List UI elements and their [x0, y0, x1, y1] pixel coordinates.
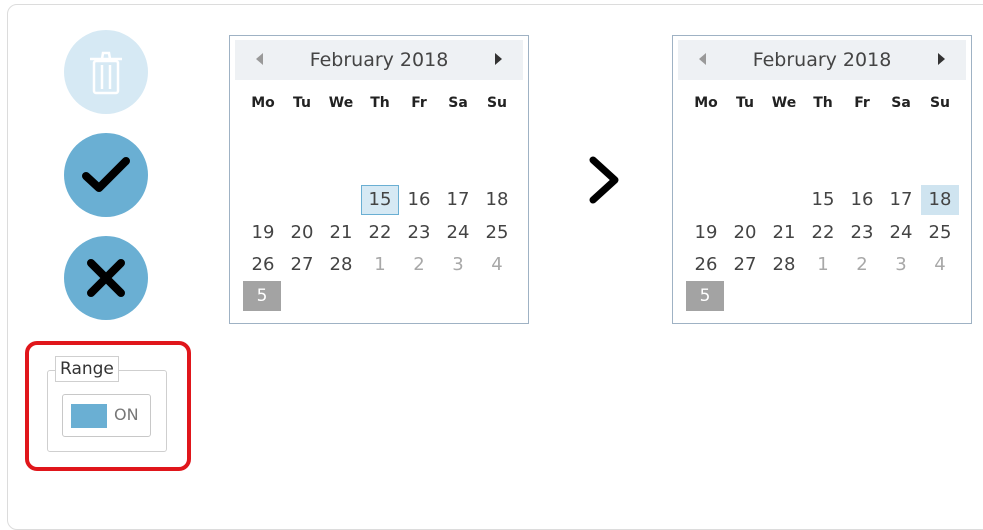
day-cell-next-month[interactable]: 3 — [439, 250, 477, 280]
calendar-header: February 2018 — [235, 40, 523, 80]
day-cell-selected[interactable]: 15 — [361, 185, 399, 215]
weekday-label: Sa — [448, 95, 468, 111]
day-cell[interactable]: 24 — [439, 218, 477, 248]
weekday-label: Th — [813, 95, 833, 111]
weekday-label: We — [771, 95, 797, 111]
delete-button[interactable] — [64, 30, 148, 114]
weekday-label: We — [328, 95, 354, 111]
next-month-icon[interactable] — [495, 53, 502, 65]
day-cell[interactable]: 22 — [361, 218, 399, 248]
day-cell[interactable]: 26 — [244, 250, 282, 280]
chevron-right-icon — [589, 156, 619, 204]
weekday-label: Tu — [736, 95, 754, 111]
day-cell[interactable]: 25 — [478, 218, 516, 248]
calendar-start: February 2018 Mo Tu We Th Fr Sa Su 15 16… — [229, 35, 529, 324]
day-cell[interactable]: 20 — [283, 218, 321, 248]
week-number-badge: 5 — [686, 281, 724, 311]
day-cell[interactable]: 22 — [804, 218, 842, 248]
day-cell-next-month[interactable]: 4 — [921, 250, 959, 280]
month-title: February 2018 — [309, 49, 449, 71]
week-number-badge: 5 — [243, 281, 281, 311]
day-cell-next-month[interactable]: 4 — [478, 250, 516, 280]
day-cell-next-month[interactable]: 3 — [882, 250, 920, 280]
day-cell[interactable]: 15 — [804, 185, 842, 215]
weekday-label: Tu — [293, 95, 311, 111]
weekday-label: Mo — [694, 95, 718, 111]
day-cell[interactable]: 21 — [765, 218, 803, 248]
day-cell[interactable]: 18 — [478, 185, 516, 215]
weekday-label: Sa — [891, 95, 911, 111]
day-cell[interactable]: 16 — [843, 185, 881, 215]
day-cell[interactable]: 23 — [400, 218, 438, 248]
weekday-label: Fr — [411, 95, 427, 111]
day-cell[interactable]: 27 — [726, 250, 764, 280]
day-cell[interactable]: 19 — [244, 218, 282, 248]
day-cell-next-month[interactable]: 2 — [843, 250, 881, 280]
day-cell[interactable]: 24 — [882, 218, 920, 248]
day-cell-next-month[interactable]: 1 — [361, 250, 399, 280]
day-cell[interactable]: 19 — [687, 218, 725, 248]
weekday-label: Th — [370, 95, 390, 111]
day-cell[interactable]: 26 — [687, 250, 725, 280]
cancel-button[interactable] — [64, 236, 148, 320]
day-cell[interactable]: 28 — [322, 250, 360, 280]
trash-icon — [90, 51, 122, 95]
weekday-label: Mo — [251, 95, 275, 111]
close-icon — [87, 259, 125, 297]
day-cell[interactable]: 16 — [400, 185, 438, 215]
day-cell[interactable]: 28 — [765, 250, 803, 280]
day-cell[interactable]: 25 — [921, 218, 959, 248]
checkmark-icon — [82, 157, 130, 192]
weekday-label: Su — [929, 95, 951, 111]
weekday-label: Su — [486, 95, 508, 111]
day-cell[interactable]: 23 — [843, 218, 881, 248]
day-cell[interactable]: 27 — [283, 250, 321, 280]
next-month-icon[interactable] — [938, 53, 945, 65]
weekday-label: Fr — [854, 95, 870, 111]
month-title: February 2018 — [752, 49, 892, 71]
day-cell[interactable]: 21 — [322, 218, 360, 248]
day-cell[interactable]: 17 — [439, 185, 477, 215]
day-cell[interactable]: 17 — [882, 185, 920, 215]
confirm-button[interactable] — [64, 133, 148, 217]
calendar-end: February 2018 Mo Tu We Th Fr Sa Su 15 16… — [672, 35, 972, 324]
toggle-label: ON — [114, 405, 139, 424]
day-cell[interactable]: 20 — [726, 218, 764, 248]
range-legend: Range — [55, 356, 119, 382]
calendar-header: February 2018 — [678, 40, 966, 80]
toggle-indicator — [71, 404, 107, 428]
day-cell-next-month[interactable]: 1 — [804, 250, 842, 280]
day-cell-selected[interactable]: 18 — [921, 185, 959, 215]
range-toggle[interactable]: ON — [62, 394, 151, 437]
day-cell-next-month[interactable]: 2 — [400, 250, 438, 280]
